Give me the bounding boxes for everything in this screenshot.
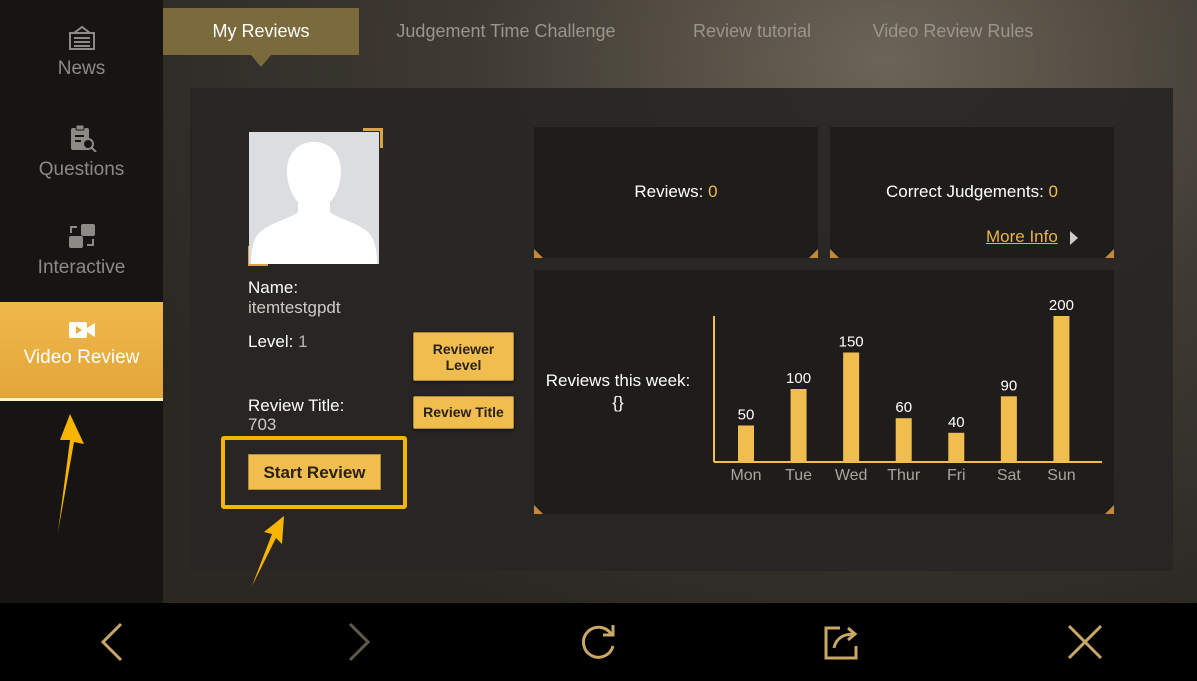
reviews-value: 0 xyxy=(708,182,718,201)
tab-video-review-rules[interactable]: Video Review Rules xyxy=(863,8,1043,55)
reviewer-level-button[interactable]: Reviewer Level xyxy=(413,332,514,381)
box-corner xyxy=(830,249,839,258)
correct-judgements-box: Correct Judgements: 0 More Info xyxy=(830,127,1114,258)
reviews-count-box: Reviews: 0 xyxy=(534,127,818,258)
bar-value-label: 50 xyxy=(738,407,755,424)
box-corner xyxy=(1105,249,1114,258)
bar-value-label: 100 xyxy=(786,370,811,387)
box-corner xyxy=(534,505,543,514)
x-tick-label: Fri xyxy=(947,467,966,484)
correct-judgements: Correct Judgements: 0 xyxy=(830,182,1114,202)
weekly-bar-chart: 50 Mon 100 Tue 150 Wed 60 Thur 40 Fri 90 Sat 200 Sun xyxy=(713,297,1102,484)
x-tick-label: Mon xyxy=(730,467,761,484)
chart-bar xyxy=(895,418,912,462)
close-icon[interactable] xyxy=(1063,620,1107,664)
bar-value-label: 200 xyxy=(1049,297,1074,314)
chevron-right-icon[interactable] xyxy=(1070,231,1078,245)
box-corner xyxy=(534,249,543,258)
reviews-label: Reviews: xyxy=(634,182,704,201)
back-icon[interactable] xyxy=(91,620,135,664)
review-title-button[interactable]: Review Title xyxy=(413,396,514,429)
x-tick-label: Wed xyxy=(835,467,868,484)
box-corner xyxy=(809,249,818,258)
refresh-icon[interactable] xyxy=(577,620,621,664)
chart-bar xyxy=(1053,316,1070,462)
bottom-toolbar xyxy=(0,603,1197,681)
more-info-link[interactable]: More Info xyxy=(986,227,1058,247)
chart-bar xyxy=(738,425,754,462)
x-tick-label: Tue xyxy=(785,467,812,484)
bar-value-label: 40 xyxy=(948,414,965,431)
x-tick-label: Sun xyxy=(1047,467,1075,484)
correct-value: 0 xyxy=(1048,182,1058,201)
correct-label: Correct Judgements: xyxy=(886,182,1044,201)
x-tick-label: Thur xyxy=(887,467,921,484)
bar-value-label: 60 xyxy=(895,399,912,416)
annotation-arrows xyxy=(58,414,284,586)
bar-value-label: 150 xyxy=(839,334,864,351)
weekly-reviews-box: Reviews this week: {} 50 Mon 100 Tue 150 Wed 6… xyxy=(534,270,1114,514)
box-corner xyxy=(1105,505,1114,514)
chart-bar xyxy=(790,389,807,462)
arrow-up-icon xyxy=(252,516,284,586)
reviews-count: Reviews: 0 xyxy=(534,182,818,202)
chart-bar xyxy=(948,432,965,462)
chart-bar xyxy=(843,352,860,462)
bar-value-label: 90 xyxy=(1001,377,1018,394)
tab-review-tutorial[interactable]: Review tutorial xyxy=(668,8,836,55)
share-icon[interactable] xyxy=(818,620,862,664)
chart-bar xyxy=(1000,396,1017,462)
tab-judgement-time-challenge[interactable]: Judgement Time Challenge xyxy=(378,8,634,55)
forward-icon[interactable] xyxy=(336,620,380,664)
arrow-up-icon xyxy=(58,414,84,532)
x-tick-label: Sat xyxy=(997,467,1022,484)
